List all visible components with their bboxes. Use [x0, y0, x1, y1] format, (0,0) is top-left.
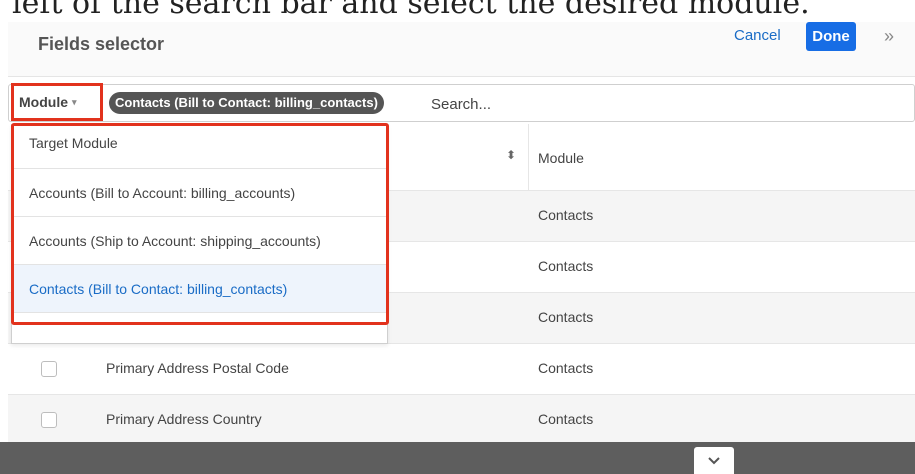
chevron-down-icon[interactable]	[694, 447, 734, 474]
filter-bar: Module ▾ Contacts (Bill to Contact: bill…	[8, 84, 915, 122]
selected-module-pill[interactable]: Contacts (Bill to Contact: billing_conta…	[109, 92, 384, 114]
table-row[interactable]: Primary Address Postal Code Contacts	[8, 344, 915, 395]
done-button[interactable]: Done	[806, 22, 856, 51]
search-input[interactable]	[429, 92, 903, 116]
field-module: Contacts	[538, 207, 594, 223]
field-module: Contacts	[538, 309, 594, 325]
field-name: Primary Address Postal Code	[106, 360, 289, 376]
module-column-header[interactable]: Module	[538, 150, 584, 166]
field-name: Primary Address Country	[106, 411, 262, 427]
fields-selector-header: Fields selector Cancel Done »	[8, 22, 915, 77]
cancel-button[interactable]: Cancel	[734, 27, 781, 44]
row-checkbox[interactable]	[41, 412, 57, 428]
dropdown-highlight	[11, 123, 389, 325]
field-module: Contacts	[538, 360, 594, 376]
instruction-caption: left of the search bar and select the de…	[12, 0, 810, 21]
panel-title: Fields selector	[38, 34, 165, 54]
field-module: Contacts	[538, 258, 594, 274]
module-button-highlight	[11, 83, 103, 121]
double-chevron-right-icon[interactable]: »	[884, 26, 894, 47]
table-row[interactable]: Primary Address Country Contacts	[8, 395, 915, 446]
field-module: Contacts	[538, 411, 594, 427]
row-checkbox[interactable]	[41, 361, 57, 377]
column-divider	[528, 124, 529, 190]
footer-bar	[0, 442, 915, 474]
sort-icon[interactable]: ⬍	[506, 148, 516, 162]
